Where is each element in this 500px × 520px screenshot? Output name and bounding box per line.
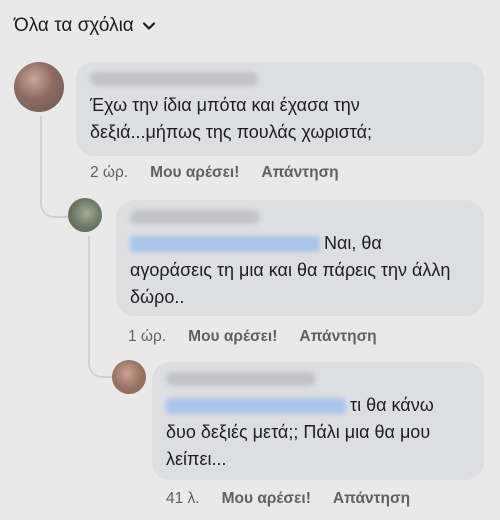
like-button[interactable]: Μου αρέσει!	[222, 490, 311, 508]
like-button[interactable]: Μου αρέσει!	[188, 328, 277, 346]
thread-line	[88, 236, 90, 360]
comment-filter-dropdown[interactable]: Όλα τα σχόλια	[14, 12, 156, 40]
comment-timestamp[interactable]: 1 ώρ.	[128, 328, 166, 346]
comment-bubble: Ναι, θα αγοράσεις τη μια και θα πάρεις τ…	[116, 200, 484, 316]
thread-connector	[40, 196, 68, 218]
avatar[interactable]	[14, 62, 64, 112]
reply-button[interactable]: Απάντηση	[261, 164, 338, 182]
thread-connector	[88, 350, 112, 378]
comment-bubble: Έχω την ίδια μπότα και έχασα την δεξιά..…	[76, 62, 484, 156]
reply-button[interactable]: Απάντηση	[299, 328, 376, 346]
mention-tag[interactable]	[166, 398, 346, 415]
avatar[interactable]	[112, 360, 146, 394]
comment-text: Έχω την ίδια μπότα και έχασα την δεξιά..…	[90, 95, 373, 142]
comment-text: Ναι, θα αγοράσεις τη μια και θα πάρεις τ…	[130, 233, 451, 307]
comment-text: τι θα κάνω δυο δεξιές μετά;; Πάλι μια θα…	[166, 395, 434, 469]
author-name[interactable]	[166, 372, 316, 386]
filter-label: Όλα τα σχόλια	[14, 15, 134, 36]
comment-timestamp[interactable]: 2 ώρ.	[90, 164, 128, 182]
comment-bubble: τι θα κάνω δυο δεξιές μετά;; Πάλι μια θα…	[152, 362, 484, 480]
author-name[interactable]	[90, 72, 258, 86]
mention-tag[interactable]	[130, 236, 320, 253]
avatar[interactable]	[68, 198, 102, 232]
comment-timestamp[interactable]: 41 λ.	[166, 490, 200, 508]
thread-line	[40, 116, 42, 206]
chevron-down-icon	[142, 22, 155, 30]
comment-actions: 41 λ. Μου αρέσει! Απάντηση	[166, 490, 410, 508]
comment-actions: 1 ώρ. Μου αρέσει! Απάντηση	[128, 328, 377, 346]
reply-button[interactable]: Απάντηση	[333, 490, 410, 508]
comment-actions: 2 ώρ. Μου αρέσει! Απάντηση	[90, 164, 339, 182]
author-name[interactable]	[130, 210, 260, 224]
like-button[interactable]: Μου αρέσει!	[150, 164, 239, 182]
